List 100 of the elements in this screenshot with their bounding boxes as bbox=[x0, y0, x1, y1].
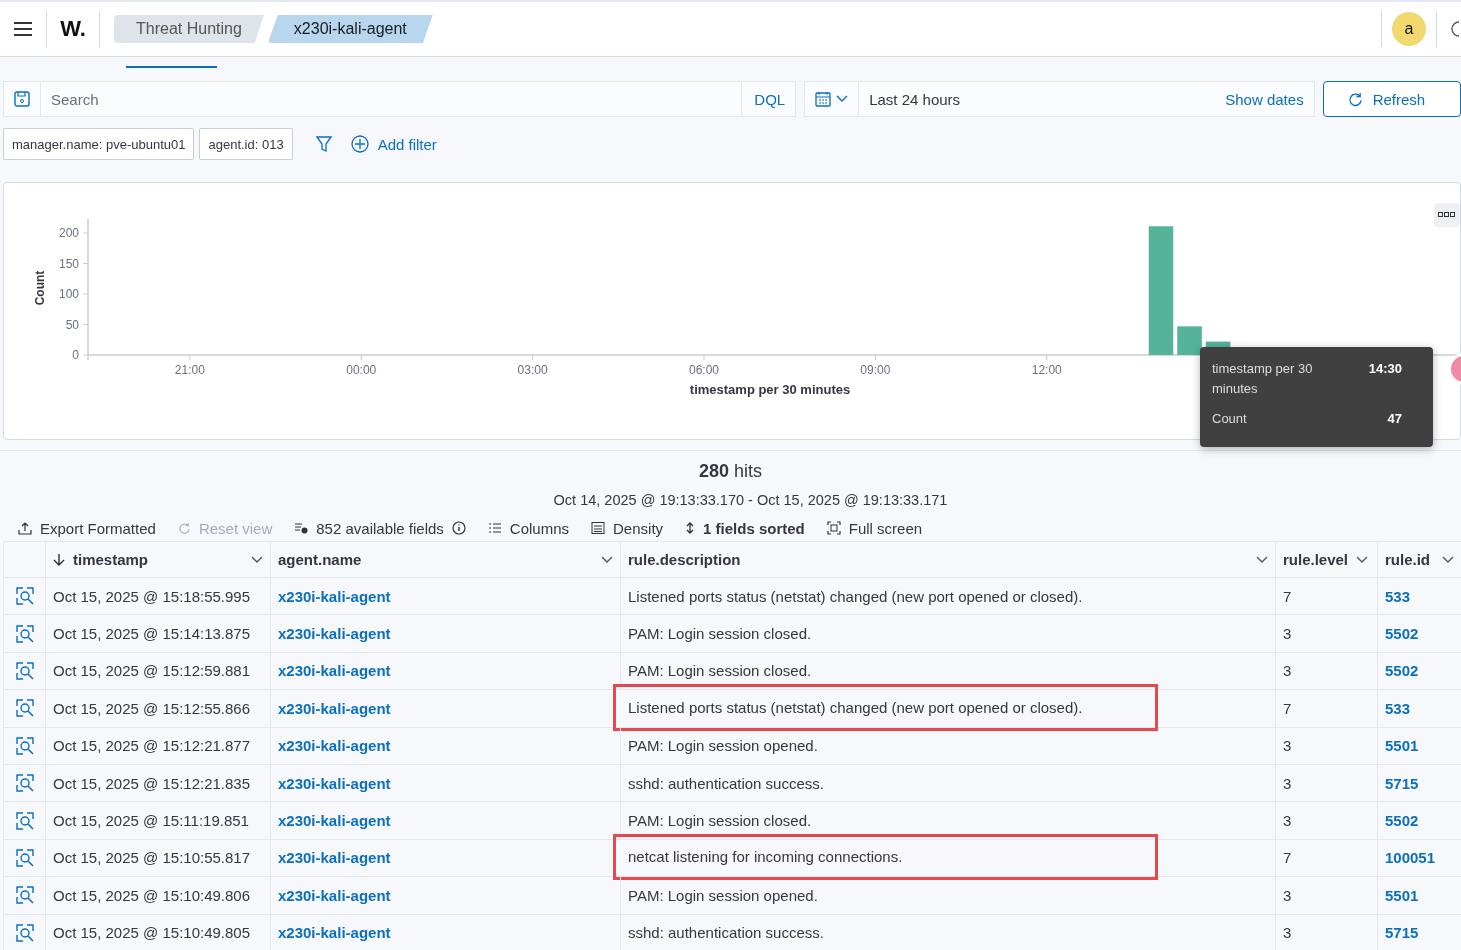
breadcrumb[interactable]: Threat Hunting bbox=[114, 15, 264, 43]
table-cell: Oct 15, 2025 @ 15:10:49.806 bbox=[45, 877, 270, 914]
rule-link[interactable]: 100051 bbox=[1385, 849, 1436, 867]
agent-link[interactable]: x230i-kali-agent bbox=[278, 737, 391, 755]
filter-icon[interactable] bbox=[315, 135, 332, 153]
table-cell: 3 bbox=[1275, 764, 1377, 802]
table-cell: PAM: Login session closed. bbox=[620, 652, 1275, 690]
add-filter-button[interactable]: Add filter bbox=[350, 135, 437, 153]
reset-icon bbox=[177, 521, 191, 535]
axis-tick-label: 00:00 bbox=[346, 363, 377, 377]
filter-pill[interactable]: agent.id: 013 bbox=[199, 128, 293, 160]
filter-pill[interactable]: manager.name: pve-ubuntu01 bbox=[3, 128, 195, 160]
table-cell: PAM: Login session opened. bbox=[620, 877, 1275, 914]
table-cell: Oct 15, 2025 @ 15:14:13.875 bbox=[45, 615, 270, 652]
search-field[interactable]: Search DQL bbox=[3, 81, 797, 117]
table-cell: PAM: Login session closed. bbox=[620, 615, 1275, 652]
inspect-icon[interactable] bbox=[15, 736, 34, 755]
save-icon[interactable] bbox=[14, 91, 30, 107]
rule-link[interactable]: 5502 bbox=[1385, 662, 1419, 680]
refresh-button[interactable]: Refresh bbox=[1322, 81, 1461, 117]
rule-link[interactable]: 5715 bbox=[1385, 924, 1419, 942]
sort-icon bbox=[685, 521, 696, 535]
agent-link[interactable]: x230i-kali-agent bbox=[278, 625, 391, 643]
rule-link[interactable]: 5502 bbox=[1385, 625, 1419, 643]
axis-tick-label: 150 bbox=[58, 256, 79, 271]
inspect-icon[interactable] bbox=[15, 587, 34, 606]
rule-link[interactable]: 533 bbox=[1385, 587, 1411, 605]
agent-link[interactable]: x230i-kali-agent bbox=[278, 924, 391, 942]
table-cell: 3 bbox=[1275, 615, 1377, 652]
inspect-icon[interactable] bbox=[15, 811, 34, 830]
caret-icon bbox=[601, 555, 613, 564]
table-cell: netcat listening for incoming connections. bbox=[614, 834, 1157, 880]
show-dates-link[interactable]: Show dates bbox=[1225, 90, 1314, 108]
table-cell: Oct 15, 2025 @ 15:18:55.995 bbox=[45, 578, 270, 615]
axis-title: Count bbox=[33, 270, 47, 306]
help-icon[interactable] bbox=[1451, 21, 1461, 37]
more-icon bbox=[1438, 212, 1456, 218]
inspect-icon[interactable] bbox=[15, 886, 34, 905]
table-cell: PAM: Login session opened. bbox=[620, 727, 1275, 764]
breadcrumb[interactable]: x230i-kali-agent bbox=[267, 15, 433, 43]
time-range[interactable]: Last 24 hours bbox=[859, 90, 1226, 108]
rule-link[interactable]: 5502 bbox=[1385, 812, 1419, 830]
inspect-icon[interactable] bbox=[15, 624, 34, 643]
calendar-icon bbox=[815, 91, 832, 107]
info-icon bbox=[451, 521, 466, 535]
upload-icon bbox=[18, 521, 32, 535]
column-header[interactable]: timestamp bbox=[45, 542, 270, 577]
toolbar-button[interactable]: 852 available fields bbox=[294, 519, 466, 537]
column-header[interactable]: rule.id bbox=[1377, 542, 1461, 577]
rule-link[interactable]: 5715 bbox=[1385, 774, 1419, 792]
axis-tick-label: 21:00 bbox=[174, 363, 205, 377]
inspect-icon[interactable] bbox=[15, 699, 34, 718]
axis-tick-label: 100 bbox=[58, 287, 79, 301]
density-icon bbox=[591, 521, 606, 535]
agent-link[interactable]: x230i-kali-agent bbox=[278, 699, 391, 717]
table-cell: 3 bbox=[1275, 727, 1377, 764]
table-cell: sshd: authentication success. bbox=[620, 764, 1275, 802]
fullscreen-icon bbox=[826, 521, 841, 535]
inspect-icon[interactable] bbox=[15, 661, 34, 680]
inspect-icon[interactable] bbox=[15, 774, 34, 793]
table-cell: 7 bbox=[1275, 839, 1377, 877]
user-avatar[interactable]: a bbox=[1392, 12, 1426, 46]
caret-icon bbox=[836, 95, 849, 103]
table-cell: 3 bbox=[1275, 914, 1377, 950]
table-cell: Listened ports status (netstat) changed (new port opened or closed). bbox=[614, 685, 1157, 730]
column-header[interactable]: agent.name bbox=[270, 542, 620, 577]
agent-link[interactable]: x230i-kali-agent bbox=[278, 812, 391, 830]
toolbar-button[interactable]: 1 fields sorted bbox=[685, 519, 805, 537]
agent-link[interactable]: x230i-kali-agent bbox=[278, 774, 391, 792]
options-button[interactable] bbox=[1434, 203, 1460, 227]
tooltip-value: 47 bbox=[1387, 410, 1402, 428]
toolbar-button[interactable]: Columns bbox=[487, 519, 570, 537]
list-icon bbox=[487, 521, 502, 535]
menu-icon[interactable] bbox=[14, 22, 32, 36]
caret-icon bbox=[251, 555, 263, 564]
table-cell: 7 bbox=[1275, 690, 1377, 727]
column-header[interactable]: rule.level bbox=[1275, 542, 1377, 577]
agent-link[interactable]: x230i-kali-agent bbox=[278, 886, 391, 904]
rule-link[interactable]: 533 bbox=[1385, 699, 1411, 717]
column-header[interactable]: rule.description bbox=[620, 542, 1275, 577]
rule-link[interactable]: 5501 bbox=[1385, 737, 1419, 755]
agent-link[interactable]: x230i-kali-agent bbox=[278, 587, 391, 605]
axis-tick-label: 03:00 bbox=[517, 363, 548, 377]
table-cell: PAM: Login session closed. bbox=[620, 802, 1275, 839]
toolbar-button[interactable]: Export Formatted bbox=[18, 519, 156, 537]
axis-tick-label: 06:00 bbox=[689, 363, 719, 377]
inspect-icon[interactable] bbox=[15, 848, 34, 867]
toolbar-button[interactable]: Full screen bbox=[826, 519, 923, 537]
table-cell: Oct 15, 2025 @ 15:10:49.805 bbox=[45, 914, 270, 950]
toolbar-button[interactable]: Density bbox=[591, 519, 664, 537]
table-cell: Oct 15, 2025 @ 15:10:55.817 bbox=[45, 839, 270, 877]
logo[interactable]: W. bbox=[47, 11, 100, 47]
rule-link[interactable]: 5501 bbox=[1385, 886, 1419, 904]
agent-link[interactable]: x230i-kali-agent bbox=[278, 849, 391, 867]
plus-circle-icon bbox=[350, 135, 369, 153]
language-toggle[interactable]: DQL bbox=[741, 82, 796, 116]
table-cell: Oct 15, 2025 @ 15:12:59.881 bbox=[45, 652, 270, 690]
tooltip-value: 14:30 bbox=[1368, 360, 1402, 378]
agent-link[interactable]: x230i-kali-agent bbox=[278, 662, 391, 680]
inspect-icon[interactable] bbox=[15, 923, 34, 942]
